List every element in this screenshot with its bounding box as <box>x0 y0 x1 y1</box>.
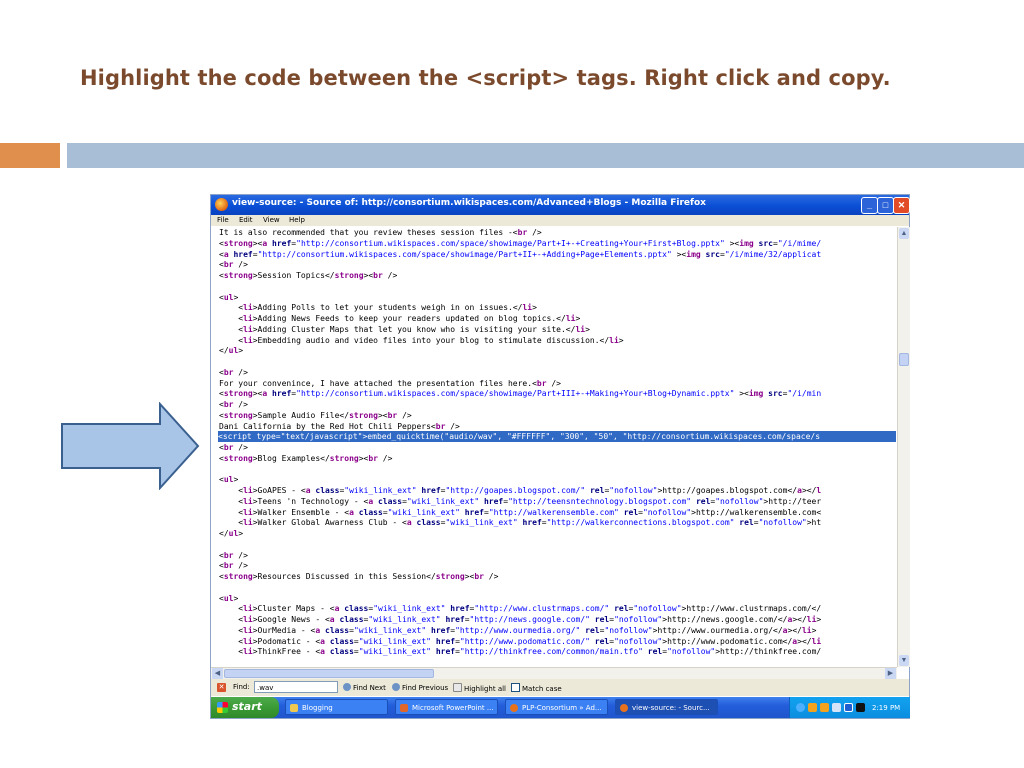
firefox-icon <box>510 704 518 712</box>
windows-logo-icon <box>217 702 228 713</box>
find-label: Find: <box>233 683 250 691</box>
source-line[interactable]: It is also recommended that you review t… <box>219 227 542 238</box>
menu-file[interactable]: File <box>217 216 229 224</box>
taskbar-item-powerpoint[interactable]: Microsoft PowerPoint ... <box>395 699 498 715</box>
source-line[interactable]: <li>Adding Polls to let your students we… <box>219 302 537 313</box>
checkbox-icon <box>511 683 520 692</box>
find-previous-icon <box>392 683 400 691</box>
source-line[interactable]: <li>Teens 'n Technology - <a class="wiki… <box>219 496 821 507</box>
menu-edit[interactable]: Edit <box>239 216 253 224</box>
vertical-scroll-thumb[interactable] <box>899 353 909 366</box>
source-line[interactable]: <li>Adding News Feeds to keep your reade… <box>219 313 580 324</box>
scroll-up-icon[interactable]: ▲ <box>899 228 909 239</box>
tray-antivirus-icon[interactable] <box>844 703 853 712</box>
source-line[interactable]: <li>ThinkFree - <a class="wiki_link_ext"… <box>219 646 821 657</box>
source-line[interactable]: <strong><a href="http://consortium.wikis… <box>219 388 821 399</box>
firefox-icon <box>215 198 228 211</box>
source-line[interactable]: <strong>Session Topics</strong><br /> <box>219 270 397 281</box>
find-input[interactable]: .wav <box>254 681 338 693</box>
source-line[interactable]: <li>Podomatic - <a class="wiki_link_ext"… <box>219 636 821 647</box>
source-line[interactable]: <ul> <box>219 292 238 303</box>
right-arrow-icon <box>61 402 200 490</box>
window-title: view-source: - Source of: http://consort… <box>232 198 706 208</box>
accent-bar-orange <box>0 143 60 168</box>
source-line[interactable]: <strong>Sample Audio File</strong><br /> <box>219 410 412 421</box>
source-line[interactable]: <li>GoAPES - <a class="wiki_link_ext" hr… <box>219 485 821 496</box>
horizontal-scrollbar[interactable]: ◀ ▶ <box>211 667 897 679</box>
taskbar-item-blogging[interactable]: Blogging <box>285 699 388 715</box>
source-line[interactable]: </ul> <box>219 528 243 539</box>
source-line[interactable]: <ul> <box>219 593 238 604</box>
source-line[interactable]: <strong>Blog Examples</strong><br /> <box>219 453 392 464</box>
source-line[interactable]: <br /> <box>219 399 248 410</box>
source-view[interactable]: It is also recommended that you review t… <box>211 227 896 667</box>
slide-title: Highlight the code between the <script> … <box>80 66 891 90</box>
menu-view[interactable]: View <box>263 216 280 224</box>
source-line[interactable]: <ul> <box>219 474 238 485</box>
find-close-icon[interactable]: ✕ <box>217 683 226 692</box>
firefox-icon <box>620 704 628 712</box>
source-line[interactable]: <br /> <box>219 442 248 453</box>
source-line[interactable]: <br /> <box>219 367 248 378</box>
tray-network-icon[interactable] <box>832 703 841 712</box>
menu-bar: File Edit View Help <box>211 215 909 226</box>
find-next-button[interactable]: Find Next <box>343 683 386 692</box>
highlight-icon <box>453 683 462 692</box>
clock: 2:19 PM <box>872 704 901 712</box>
find-bar: ✕ Find: .wav Find Next Find Previous Hig… <box>211 679 909 696</box>
tray-chevron-icon[interactable] <box>796 703 805 712</box>
tray-volume-icon[interactable] <box>856 703 865 712</box>
source-line[interactable]: For your convenince, I have attached the… <box>219 378 561 389</box>
source-line[interactable]: <li>Adding Cluster Maps that let you kno… <box>219 324 590 335</box>
accent-bar-blue <box>67 143 1024 168</box>
scroll-right-icon[interactable]: ▶ <box>885 668 896 679</box>
find-previous-button[interactable]: Find Previous <box>392 683 448 692</box>
system-tray: 2:19 PM <box>789 697 910 718</box>
source-line[interactable]: </ul> <box>219 345 243 356</box>
source-line[interactable]: <a href="http://consortium.wikispaces.co… <box>219 249 821 260</box>
source-line[interactable]: <li>OurMedia - <a class="wiki_link_ext" … <box>219 625 816 636</box>
vertical-scrollbar[interactable]: ▲ ▼ <box>897 227 910 667</box>
close-button[interactable]: ✕ <box>893 197 910 214</box>
highlight-all-button[interactable]: Highlight all <box>453 683 506 693</box>
minimize-button[interactable]: _ <box>861 197 878 214</box>
scroll-down-icon[interactable]: ▼ <box>899 655 909 666</box>
start-button[interactable]: start <box>211 697 279 718</box>
source-line[interactable]: <strong>Resources Discussed in this Sess… <box>219 571 498 582</box>
source-line[interactable]: <br /> <box>219 550 248 561</box>
source-line[interactable]: <li>Embedding audio and video files into… <box>219 335 623 346</box>
maximize-button[interactable]: □ <box>877 197 894 214</box>
taskbar: start Blogging Microsoft PowerPoint ... … <box>211 697 910 718</box>
powerpoint-icon <box>400 704 408 712</box>
find-next-icon <box>343 683 351 691</box>
source-line[interactable]: <br /> <box>219 259 248 270</box>
source-line[interactable]: Dani California by the Red Hot Chili Pep… <box>219 421 460 432</box>
tray-app-icon[interactable] <box>808 703 817 712</box>
source-line[interactable]: <li>Walker Ensemble - <a class="wiki_lin… <box>219 507 821 518</box>
match-case-checkbox[interactable]: Match case <box>511 683 562 693</box>
folder-icon <box>290 704 298 712</box>
horizontal-scroll-thumb[interactable] <box>224 669 434 678</box>
source-line[interactable]: <strong><a href="http://consortium.wikis… <box>219 238 821 249</box>
tray-app-icon[interactable] <box>820 703 829 712</box>
source-line[interactable]: <br /> <box>219 560 248 571</box>
firefox-window: view-source: - Source of: http://consort… <box>211 195 910 718</box>
taskbar-item-view-source[interactable]: view-source: - Sourc... <box>615 699 718 715</box>
source-line[interactable]: <li>Google News - <a class="wiki_link_ex… <box>219 614 821 625</box>
menu-help[interactable]: Help <box>289 216 305 224</box>
taskbar-item-plp-consortium[interactable]: PLP-Consortium » Ad... <box>505 699 608 715</box>
source-line[interactable]: <li>Cluster Maps - <a class="wiki_link_e… <box>219 603 821 614</box>
scroll-left-icon[interactable]: ◀ <box>212 668 223 679</box>
source-line[interactable]: <li>Walker Global Awarness Club - <a cla… <box>219 517 821 528</box>
window-titlebar[interactable]: view-source: - Source of: http://consort… <box>211 195 910 215</box>
highlighted-script-line[interactable]: <script type="text/javascript">embed_qui… <box>218 431 896 443</box>
